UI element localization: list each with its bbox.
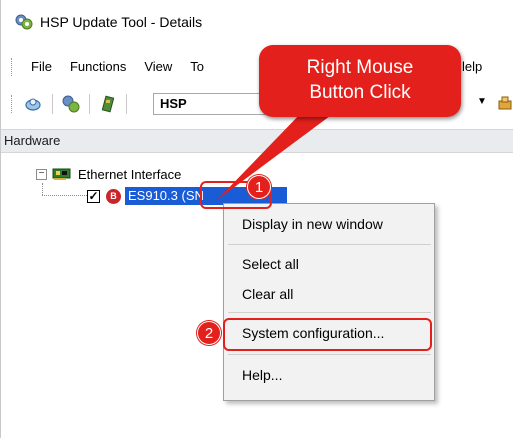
chevron-down-icon[interactable]: ▼ — [477, 96, 487, 107]
menu-item-help[interactable]: Help... — [242, 367, 282, 383]
search-icon[interactable] — [22, 92, 46, 116]
tree-connector — [42, 183, 43, 195]
callout-line-2: Button Click — [309, 82, 411, 103]
menu-separator — [228, 244, 431, 245]
window-title: HSP Update Tool - Details — [40, 14, 203, 30]
menubar-grip — [11, 58, 14, 76]
toolbar-grip — [11, 95, 14, 113]
toolbar-separator — [89, 94, 90, 114]
toolbar-separator — [126, 94, 127, 114]
title-bar: HSP Update Tool - Details — [1, 0, 513, 44]
app-icon — [15, 14, 33, 30]
menu-file[interactable]: File — [22, 52, 61, 82]
config-icon[interactable] — [59, 92, 83, 116]
toolbar-separator — [52, 94, 53, 114]
menu-separator — [228, 312, 431, 313]
app-window: HSP Update Tool - Details File Functions… — [0, 0, 513, 438]
menu-view[interactable]: View — [135, 52, 181, 82]
chip-icon[interactable] — [96, 92, 120, 116]
step-badge-1: 1 — [247, 175, 271, 199]
tree-label-ethernet: Ethernet Interface — [78, 166, 182, 182]
menu-tools[interactable]: To — [181, 52, 213, 82]
context-menu: Display in new window Select all Clear a… — [223, 203, 435, 401]
menu-functions[interactable]: Functions — [61, 52, 135, 82]
tool-icon[interactable] — [497, 95, 513, 113]
tree-connector — [42, 195, 87, 196]
step-badge-2: 2 — [197, 321, 221, 345]
menu-item-clear-all[interactable]: Clear all — [242, 286, 293, 302]
menu-item-display-new-window[interactable]: Display in new window — [242, 216, 383, 232]
device-badge-icon: B — [106, 188, 121, 204]
menu-item-select-all[interactable]: Select all — [242, 256, 299, 272]
callout-line-1: Right Mouse — [306, 57, 414, 78]
checkbox-icon[interactable]: ✓ — [87, 189, 100, 203]
network-icon — [52, 167, 72, 181]
tree-node-ethernet[interactable]: − Ethernet Interface — [36, 165, 181, 183]
menu-separator — [228, 354, 431, 355]
hardware-panel-header: Hardware — [1, 129, 513, 153]
collapse-icon[interactable]: − — [36, 168, 47, 180]
highlight-system-configuration — [223, 318, 432, 351]
annotation-callout: Right Mouse Button Click — [259, 45, 461, 117]
